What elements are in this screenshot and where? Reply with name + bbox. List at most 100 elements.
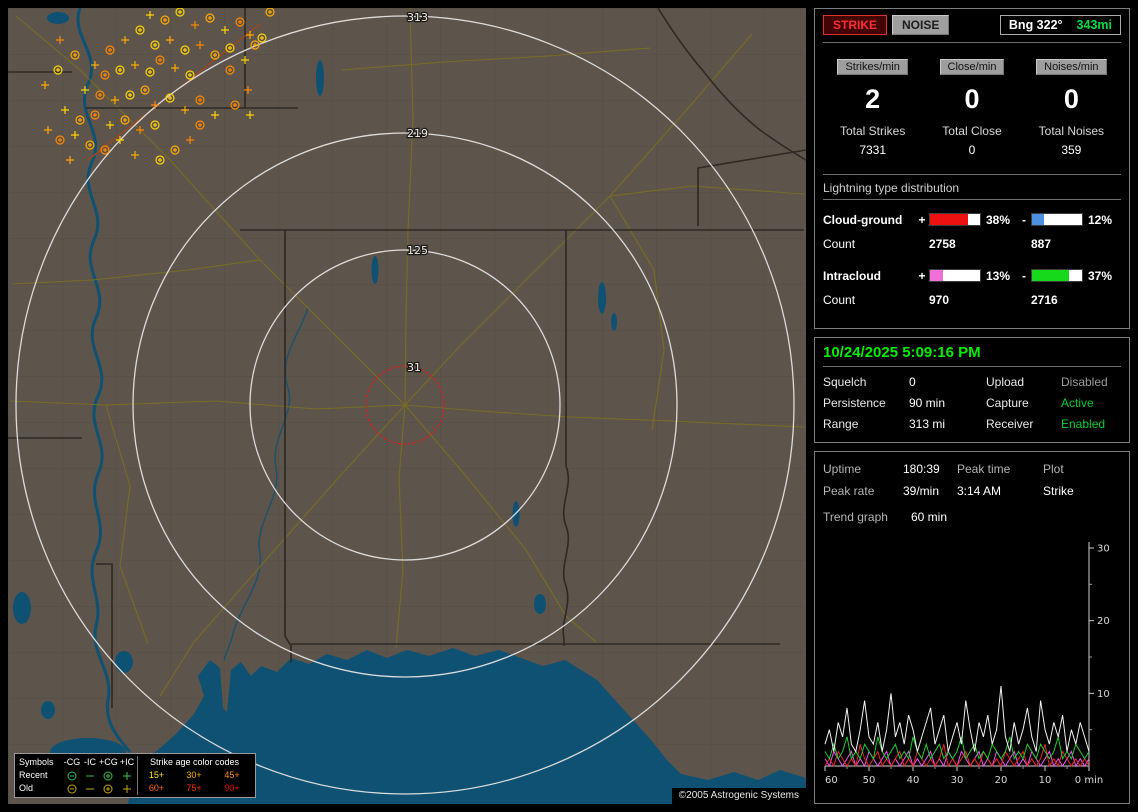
legend-old-label: Old: [19, 782, 63, 795]
ic-negative-count: 2716: [1031, 293, 1121, 307]
plus-icon: [117, 783, 137, 795]
rates-row: Strikes/min 2 Total Strikes 7331 Close/m…: [823, 57, 1121, 157]
total-close-label: Total Close: [922, 124, 1021, 138]
map-svg[interactable]: 313 219 125 31: [8, 8, 806, 804]
peak-rate-label: Peak rate: [823, 484, 903, 498]
svg-text:50: 50: [863, 775, 876, 786]
ring-label-125: 125: [407, 244, 428, 257]
intracloud-count-row: Count 970 2716: [823, 288, 1121, 312]
datetime-display: 10/24/2025 5:09:16 PM: [823, 344, 1121, 367]
trend-window-value: 60 min: [911, 510, 1121, 524]
legend-age-title: Strike age color codes: [137, 756, 251, 769]
ring-label-31: 31: [407, 361, 421, 374]
upload-status: Disabled: [1061, 375, 1121, 389]
plus-sign: +: [917, 213, 927, 227]
cg-negative-bar: [1031, 213, 1083, 226]
ic-positive-count: 970: [929, 293, 1017, 307]
age-code-45: 45+: [213, 769, 251, 782]
side-panel: STRIKE NOISE Bng 322° 343mi Strikes/min …: [814, 8, 1130, 804]
minus-icon: [81, 783, 99, 795]
bearing-distance: 343mi: [1077, 18, 1112, 32]
ring-label-219: 219: [407, 127, 428, 140]
age-code-75: 75+: [175, 782, 213, 795]
cg-positive-percent: 38%: [983, 213, 1017, 227]
minus-sign: -: [1019, 269, 1029, 283]
age-code-30: 30+: [175, 769, 213, 782]
noises-per-min-column: Noises/min 0 Total Noises 359: [1022, 57, 1121, 157]
stats-grid: Uptime 180:39 Peak time Plot Peak rate 3…: [823, 462, 1121, 498]
squelch-label: Squelch: [823, 375, 909, 389]
cg-positive-bar: [929, 213, 981, 226]
cg-negative-count: 887: [1031, 237, 1121, 251]
intracloud-row: Intracloud + 13% - 37%: [823, 263, 1121, 288]
legend-col-pos-cg: +CG: [99, 756, 117, 769]
persistence-value: 90 min: [909, 396, 986, 410]
range-value: 313 mi: [909, 417, 986, 431]
svg-text:30: 30: [951, 775, 964, 786]
capture-label: Capture: [986, 396, 1061, 410]
uptime-value: 180:39: [903, 462, 957, 476]
trend-graph-label: Trend graph: [823, 510, 911, 524]
svg-text:20: 20: [1097, 616, 1110, 627]
close-per-min-label: Close/min: [940, 59, 1005, 75]
noises-per-min-value: 0: [1022, 84, 1121, 115]
close-per-min-column: Close/min 0 Total Close 0: [922, 57, 1021, 157]
close-per-min-value: 0: [922, 84, 1021, 115]
count-label: Count: [823, 293, 915, 307]
svg-text:30: 30: [1097, 544, 1110, 555]
nexstorm-window: 313 219 125 31 Symbols -CG -IC +CG +IC S…: [0, 0, 1138, 812]
status-grid: Squelch 0 Upload Disabled Persistence 90…: [823, 375, 1121, 431]
status-box: 10/24/2025 5:09:16 PM Squelch 0 Upload D…: [814, 337, 1130, 443]
peak-time-label: Peak time: [957, 462, 1043, 476]
divider: [823, 42, 1121, 43]
cloud-ground-label: Cloud-ground: [823, 213, 915, 227]
circle-plus-icon: [99, 770, 117, 782]
age-code-15: 15+: [137, 769, 175, 782]
total-strikes-label: Total Strikes: [823, 124, 922, 138]
bearing-readout: Bng 322° 343mi: [1000, 15, 1121, 35]
strikes-per-min-value: 2: [823, 84, 922, 115]
minus-sign: -: [1019, 213, 1029, 227]
legend-symbols-title: Symbols: [19, 756, 63, 769]
copyright-text: ©2005 Astrogenic Systems: [672, 788, 806, 804]
squelch-value: 0: [909, 375, 986, 389]
ic-negative-bar: [1031, 269, 1083, 282]
plus-sign: +: [917, 269, 927, 283]
ic-positive-percent: 13%: [983, 269, 1017, 283]
legend-col-neg-cg: -CG: [63, 756, 81, 769]
circle-plus-icon: [99, 783, 117, 795]
strikes-per-min-label: Strikes/min: [837, 59, 907, 75]
svg-text:0 min: 0 min: [1075, 775, 1103, 786]
lightning-map[interactable]: 313 219 125 31 Symbols -CG -IC +CG +IC S…: [8, 8, 806, 804]
divider: [823, 174, 1121, 175]
upload-label: Upload: [986, 375, 1061, 389]
trend-graph: 1020306050403020100 min: [823, 538, 1121, 790]
cg-positive-count: 2758: [929, 237, 1017, 251]
svg-text:60: 60: [825, 775, 838, 786]
cloud-ground-count-row: Count 2758 887: [823, 232, 1121, 256]
persistence-label: Persistence: [823, 396, 909, 410]
capture-status: Active: [1061, 396, 1121, 410]
legend-recent-label: Recent: [19, 769, 63, 782]
strike-button[interactable]: STRIKE: [823, 15, 887, 35]
strikes-per-min-column: Strikes/min 2 Total Strikes 7331: [823, 57, 922, 157]
cloud-ground-row: Cloud-ground + 38% - 12%: [823, 207, 1121, 232]
ic-negative-percent: 37%: [1085, 269, 1121, 283]
ic-positive-bar-fill: [930, 270, 943, 281]
map-legend: Symbols -CG -IC +CG +IC Strike age color…: [14, 753, 256, 798]
peak-rate-value: 39/min: [903, 484, 957, 498]
range-label: Range: [823, 417, 909, 431]
age-code-60: 60+: [137, 782, 175, 795]
uptime-label: Uptime: [823, 462, 903, 476]
count-label: Count: [823, 237, 915, 251]
peak-time-value: 3:14 AM: [957, 484, 1043, 498]
noise-button[interactable]: NOISE: [892, 15, 949, 35]
distribution-title: Lightning type distribution: [823, 181, 1121, 195]
plot-value: Strike: [1043, 484, 1121, 498]
counters-box: STRIKE NOISE Bng 322° 343mi Strikes/min …: [814, 8, 1130, 329]
trend-header: Trend graph 60 min: [823, 510, 1121, 524]
total-noises-value: 359: [1022, 143, 1121, 157]
receiver-status: Enabled: [1061, 417, 1121, 431]
svg-text:10: 10: [1097, 689, 1110, 700]
circle-minus-icon: [63, 783, 81, 795]
